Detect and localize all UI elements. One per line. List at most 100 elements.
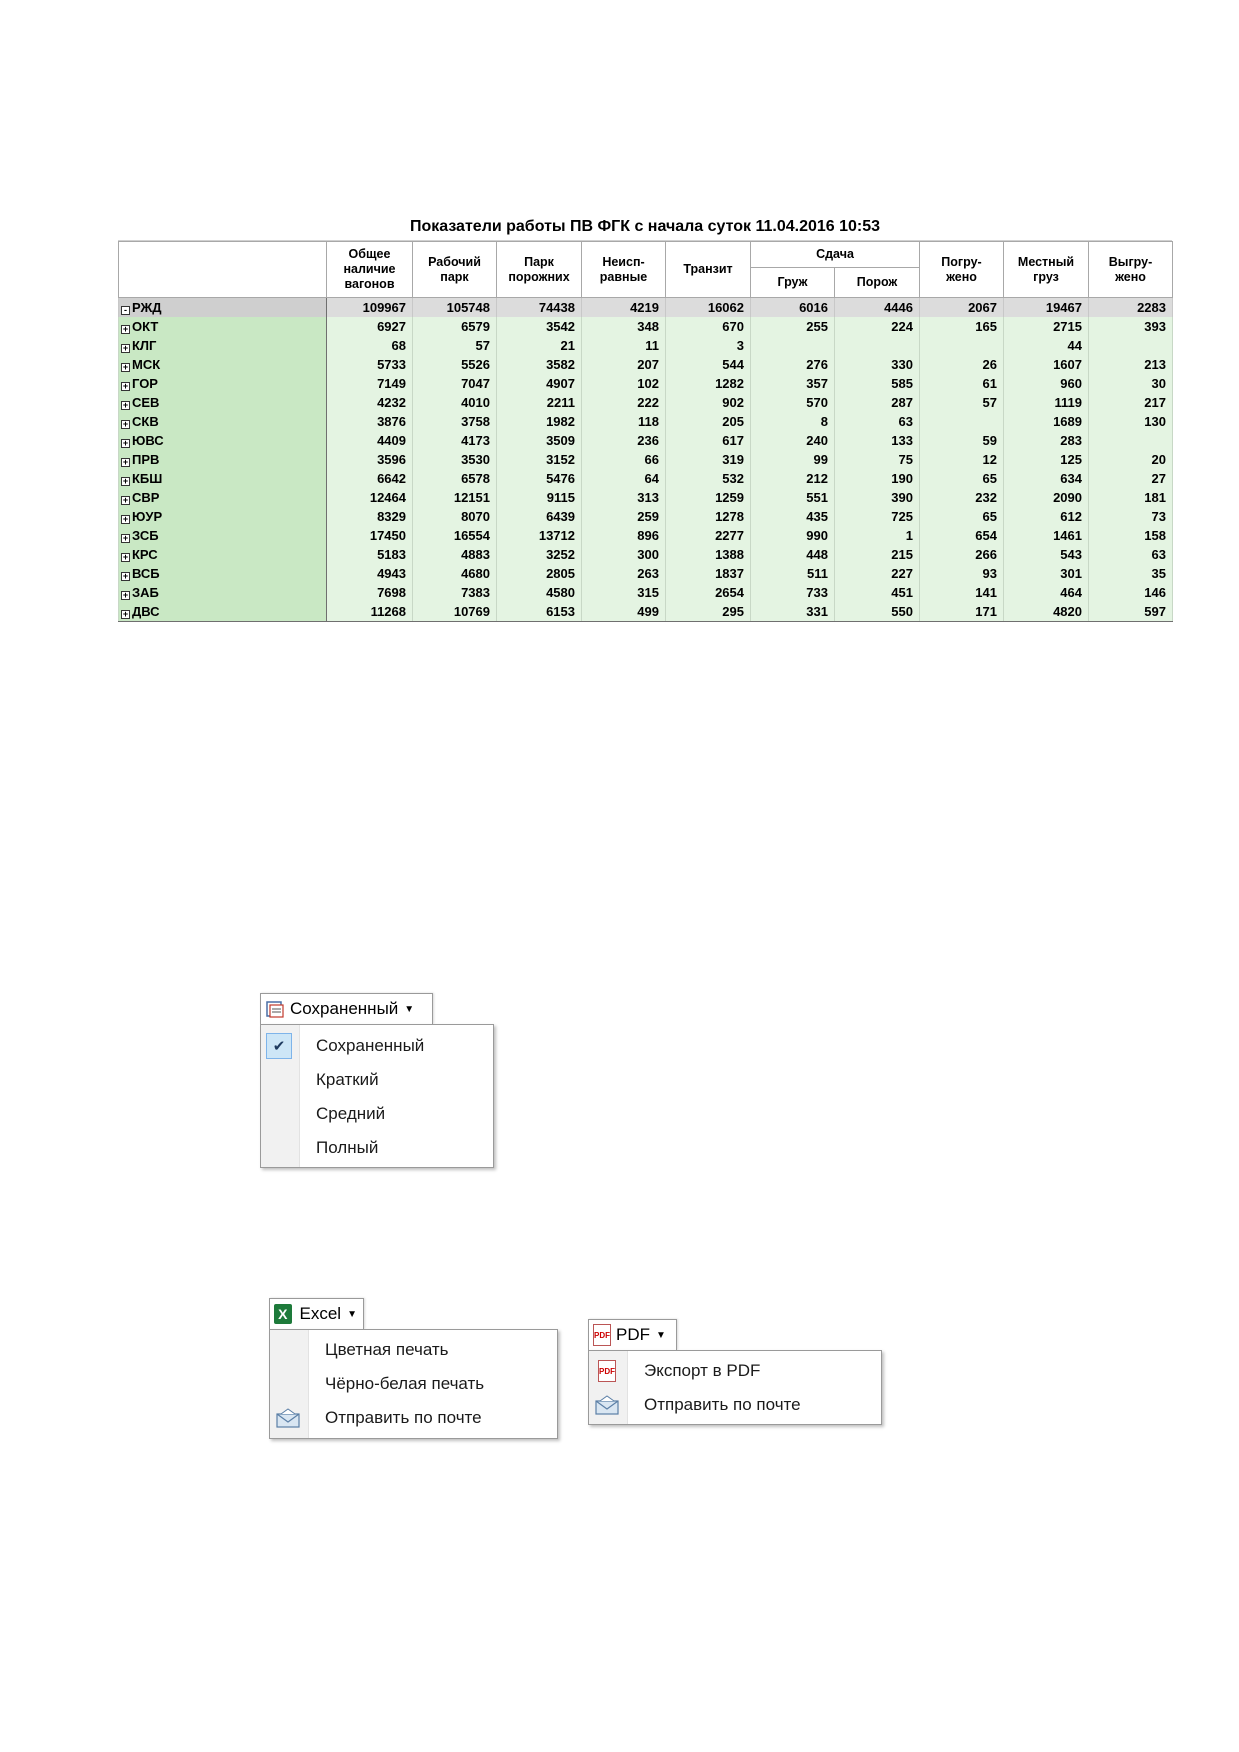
- table-row[interactable]: + МСК 5733 5526 3582 207 544 276 330 26 1607 213: [118, 355, 1173, 374]
- row-name-cell[interactable]: + ЮУР: [118, 507, 327, 526]
- table-cell: 66: [581, 450, 666, 469]
- table-cell: 6579: [412, 317, 497, 336]
- table-cell: 313: [581, 488, 666, 507]
- expand-icon[interactable]: +: [121, 610, 130, 619]
- header-transit[interactable]: Транзит: [665, 241, 751, 298]
- table-cell: 8: [750, 412, 835, 431]
- table-row[interactable]: + КЛГ 68 57 21 11 3 44: [118, 336, 1173, 355]
- row-name-cell[interactable]: + КЛГ: [118, 336, 327, 355]
- header-handover[interactable]: Сдача: [750, 240, 920, 269]
- table-cell: 222: [581, 393, 666, 412]
- table-row[interactable]: + ДВС 11268 10769 6153 499 295 331 550 171 4820 597: [118, 602, 1173, 622]
- row-name-cell[interactable]: + ГОР: [118, 374, 327, 393]
- row-name-cell[interactable]: + ДВС: [118, 602, 327, 622]
- header-empty-park[interactable]: Парк порожних: [496, 241, 582, 298]
- row-name-cell[interactable]: + ЗСБ: [118, 526, 327, 545]
- table-cell: 266: [919, 545, 1004, 564]
- expand-icon[interactable]: +: [121, 477, 130, 486]
- menu-item-color-print[interactable]: Цветная печать: [270, 1333, 557, 1367]
- table-row[interactable]: + СЕВ 4232 4010 2211 222 902 570 287 57 1119 217: [118, 393, 1173, 412]
- row-name-cell[interactable]: + ЗАБ: [118, 583, 327, 602]
- table-row[interactable]: + ЗСБ 17450 16554 13712 896 2277 990 1 654 1461 158: [118, 526, 1173, 545]
- view-mode-button[interactable]: Сохраненный ▼: [260, 993, 433, 1024]
- row-name-cell[interactable]: + ВСБ: [118, 564, 327, 583]
- menu-item-export-pdf[interactable]: PDF Экспорт в PDF: [589, 1354, 881, 1388]
- menu-item-saved[interactable]: ✔ Сохраненный: [261, 1029, 493, 1063]
- table-row[interactable]: + ПРВ 3596 3530 3152 66 319 99 75 12 125 20: [118, 450, 1173, 469]
- table-row[interactable]: + КБШ 6642 6578 5476 64 532 212 190 65 634 27: [118, 469, 1173, 488]
- table-row[interactable]: + СКВ 3876 3758 1982 118 205 8 63 1689 130: [118, 412, 1173, 431]
- expand-icon[interactable]: +: [121, 515, 130, 524]
- expand-icon[interactable]: +: [121, 553, 130, 562]
- expand-icon[interactable]: +: [121, 344, 130, 353]
- expand-icon[interactable]: +: [121, 458, 130, 467]
- row-name: ПРВ: [132, 452, 160, 467]
- table-cell: 550: [834, 602, 920, 622]
- menu-item-full[interactable]: Полный: [261, 1131, 493, 1165]
- table-row[interactable]: + ЮВС 4409 4173 3509 236 617 240 133 59 283: [118, 431, 1173, 450]
- header-defective[interactable]: Неисп- равные: [581, 241, 666, 298]
- excel-menu: Цветная печать Чёрно-белая печать Отправ…: [269, 1329, 558, 1439]
- table-cell: 464: [1003, 583, 1089, 602]
- table-cell: 301: [1003, 564, 1089, 583]
- expand-icon[interactable]: +: [121, 439, 130, 448]
- menu-item-short[interactable]: Краткий: [261, 1063, 493, 1097]
- row-name-cell[interactable]: + ПРВ: [118, 450, 327, 469]
- row-name: ЗАБ: [132, 585, 159, 600]
- table-cell: 451: [834, 583, 920, 602]
- header-loaded[interactable]: Погру- жено: [919, 241, 1004, 298]
- table-cell: 181: [1088, 488, 1173, 507]
- row-name-cell[interactable]: + СЕВ: [118, 393, 327, 412]
- table-cell: 3: [665, 336, 751, 355]
- row-name-cell[interactable]: + КРС: [118, 545, 327, 564]
- row-name-cell[interactable]: - РЖД: [118, 297, 327, 317]
- table-row[interactable]: + КРС 5183 4883 3252 300 1388 448 215 266 543 63: [118, 545, 1173, 564]
- header-handover-empty[interactable]: Порож: [834, 267, 920, 298]
- excel-button[interactable]: X Excel ▼: [269, 1298, 364, 1329]
- expand-icon[interactable]: +: [121, 572, 130, 581]
- row-name-cell[interactable]: + ЮВС: [118, 431, 327, 450]
- table-row[interactable]: + ЗАБ 7698 7383 4580 315 2654 733 451 141 464 146: [118, 583, 1173, 602]
- expand-icon[interactable]: +: [121, 420, 130, 429]
- table-row[interactable]: + ЮУР 8329 8070 6439 259 1278 435 725 65 612 73: [118, 507, 1173, 526]
- row-name-cell[interactable]: + КБШ: [118, 469, 327, 488]
- table-cell: 11268: [326, 602, 413, 622]
- table-cell: 1689: [1003, 412, 1089, 431]
- table-cell: 59: [919, 431, 1004, 450]
- expand-icon[interactable]: +: [121, 496, 130, 505]
- row-name: МСК: [132, 357, 161, 372]
- table-cell: 44: [1003, 336, 1089, 355]
- expand-icon[interactable]: +: [121, 591, 130, 600]
- header-working-park[interactable]: Рабочий парк: [412, 241, 497, 298]
- table-row[interactable]: + СВР 12464 12151 9115 313 1259 551 390 232 2090 18…: [118, 488, 1173, 507]
- collapse-icon[interactable]: -: [121, 306, 130, 315]
- menu-item-medium[interactable]: Средний: [261, 1097, 493, 1131]
- table-row[interactable]: + ГОР 7149 7047 4907 102 1282 357 585 61 960 30: [118, 374, 1173, 393]
- menu-item-bw-print[interactable]: Чёрно-белая печать: [270, 1367, 557, 1401]
- menu-item-send-mail[interactable]: Отправить по почте: [270, 1401, 557, 1435]
- expand-icon[interactable]: +: [121, 325, 130, 334]
- table-row[interactable]: + ОКТ 6927 6579 3542 348 670 255 224 165 2715 393: [118, 317, 1173, 336]
- header-handover-loaded[interactable]: Груж: [750, 267, 835, 298]
- row-name-cell[interactable]: + МСК: [118, 355, 327, 374]
- expand-icon[interactable]: +: [121, 363, 130, 372]
- table-cell: 4409: [326, 431, 413, 450]
- table-row[interactable]: + ВСБ 4943 4680 2805 263 1837 511 227 93 301 35: [118, 564, 1173, 583]
- header-local-cargo[interactable]: Местный груз: [1003, 241, 1089, 298]
- table-cell: 4010: [412, 393, 497, 412]
- table-cell: 11: [581, 336, 666, 355]
- row-name-cell[interactable]: + СВР: [118, 488, 327, 507]
- table-cell: 6153: [496, 602, 582, 622]
- row-name-cell[interactable]: + ОКТ: [118, 317, 327, 336]
- expand-icon[interactable]: +: [121, 382, 130, 391]
- expand-icon[interactable]: +: [121, 534, 130, 543]
- expand-icon[interactable]: +: [121, 401, 130, 410]
- table-row-total[interactable]: - РЖД 109967 105748 74438 4219 16062 6016 4446 20…: [118, 297, 1173, 317]
- pdf-button[interactable]: PDF PDF ▼: [588, 1319, 677, 1350]
- header-total-wagons[interactable]: Общее наличие вагонов: [326, 241, 413, 298]
- menu-item-send-mail[interactable]: Отправить по почте: [589, 1388, 881, 1422]
- row-name-cell[interactable]: + СКВ: [118, 412, 327, 431]
- report-panel: Показатели работы ПВ ФГК с начала суток …: [118, 214, 1173, 622]
- header-unloaded[interactable]: Выгру- жено: [1088, 241, 1173, 298]
- table-cell: 2211: [496, 393, 582, 412]
